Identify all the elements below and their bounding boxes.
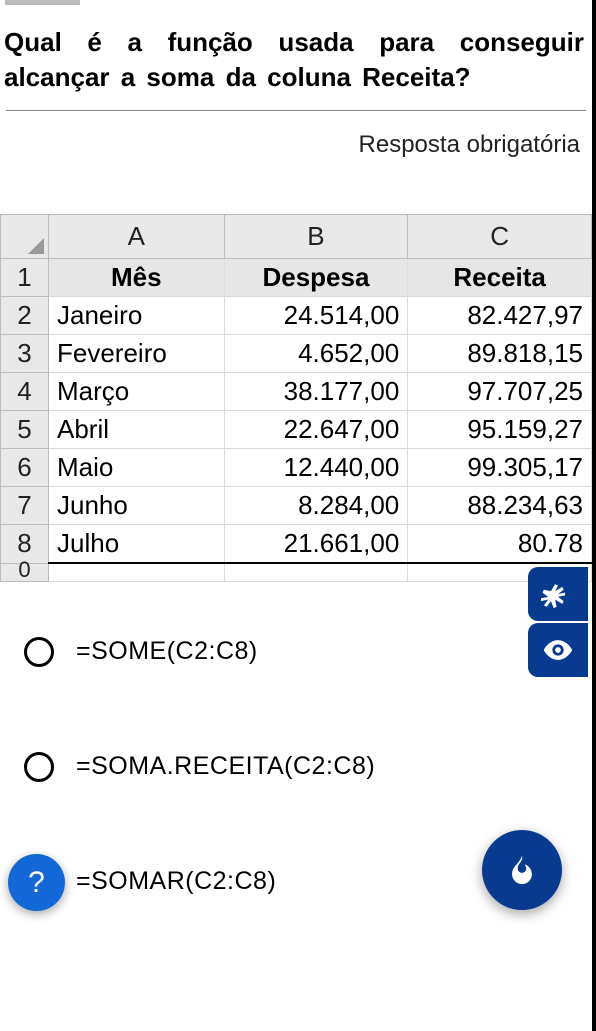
cell-a4: Março: [49, 373, 225, 411]
cell-c1: Receita: [408, 259, 592, 297]
col-header-a: A: [49, 215, 225, 259]
cell-a8: Julho: [49, 525, 225, 564]
radio-icon: [24, 637, 54, 667]
cell-c4: 97.707,25: [408, 373, 592, 411]
cell-b1: Despesa: [224, 259, 408, 297]
row-header-1: 1: [1, 259, 49, 297]
radio-icon: [24, 752, 54, 782]
row-header-2: 2: [1, 297, 49, 335]
cell-b6: 12.440,00: [224, 449, 408, 487]
top-badge: [5, 0, 80, 5]
cell-a6: Maio: [49, 449, 225, 487]
cell-a3: Fevereiro: [49, 335, 225, 373]
row-header-5: 5: [1, 411, 49, 449]
question-line-2: alcançar a soma da coluna Receita?: [4, 60, 584, 95]
row-header-9: 0: [1, 563, 49, 581]
option-1[interactable]: =SOME(C2:C8): [24, 637, 592, 667]
row-header-4: 4: [1, 373, 49, 411]
cell-c6: 99.305,17: [408, 449, 592, 487]
option-2[interactable]: =SOMA.RECEITA(C2:C8): [24, 752, 592, 782]
option-2-label: =SOMA.RECEITA(C2:C8): [76, 752, 375, 781]
spreadsheet-table: A B C 1 Mês Despesa Receita 2 Janeiro 24…: [0, 214, 592, 582]
visibility-button[interactable]: [528, 623, 588, 677]
question-mark-icon: ?: [28, 866, 45, 900]
select-all-corner: [1, 215, 49, 259]
cell-b4: 38.177,00: [224, 373, 408, 411]
accessibility-panel: [528, 567, 588, 679]
cell-b3: 4.652,00: [224, 335, 408, 373]
fab-button[interactable]: [482, 830, 562, 910]
cell-a1: Mês: [49, 259, 225, 297]
cell-b2: 24.514,00: [224, 297, 408, 335]
option-1-label: =SOME(C2:C8): [76, 637, 258, 666]
option-3-label: =SOMAR(C2:C8): [76, 867, 276, 896]
row-header-6: 6: [1, 449, 49, 487]
cell-b8: 21.661,00: [224, 525, 408, 564]
cell-b9: [224, 563, 408, 581]
spreadsheet-image: A B C 1 Mês Despesa Receita 2 Janeiro 24…: [0, 214, 592, 582]
cell-a2: Janeiro: [49, 297, 225, 335]
col-header-b: B: [224, 215, 408, 259]
sign-language-button[interactable]: [528, 567, 588, 621]
cell-c3: 89.818,15: [408, 335, 592, 373]
eye-icon: [541, 633, 575, 667]
cell-c5: 95.159,27: [408, 411, 592, 449]
col-header-c: C: [408, 215, 592, 259]
required-answer-label: Resposta obrigatória: [0, 111, 592, 189]
help-button[interactable]: ?: [8, 854, 65, 911]
flame-icon: [505, 853, 539, 887]
hands-icon: [541, 577, 575, 611]
row-header-7: 7: [1, 487, 49, 525]
cell-b5: 22.647,00: [224, 411, 408, 449]
cell-c2: 82.427,97: [408, 297, 592, 335]
cell-c8: 80.78: [408, 525, 592, 564]
cell-a5: Abril: [49, 411, 225, 449]
cell-b7: 8.284,00: [224, 487, 408, 525]
cell-a9: [49, 563, 225, 581]
row-header-3: 3: [1, 335, 49, 373]
question-text: Qual é a função usada para conseguir alc…: [0, 0, 592, 110]
question-line-1: Qual é a função usada para conseguir: [4, 25, 584, 60]
cell-c7: 88.234,63: [408, 487, 592, 525]
cell-a7: Junho: [49, 487, 225, 525]
